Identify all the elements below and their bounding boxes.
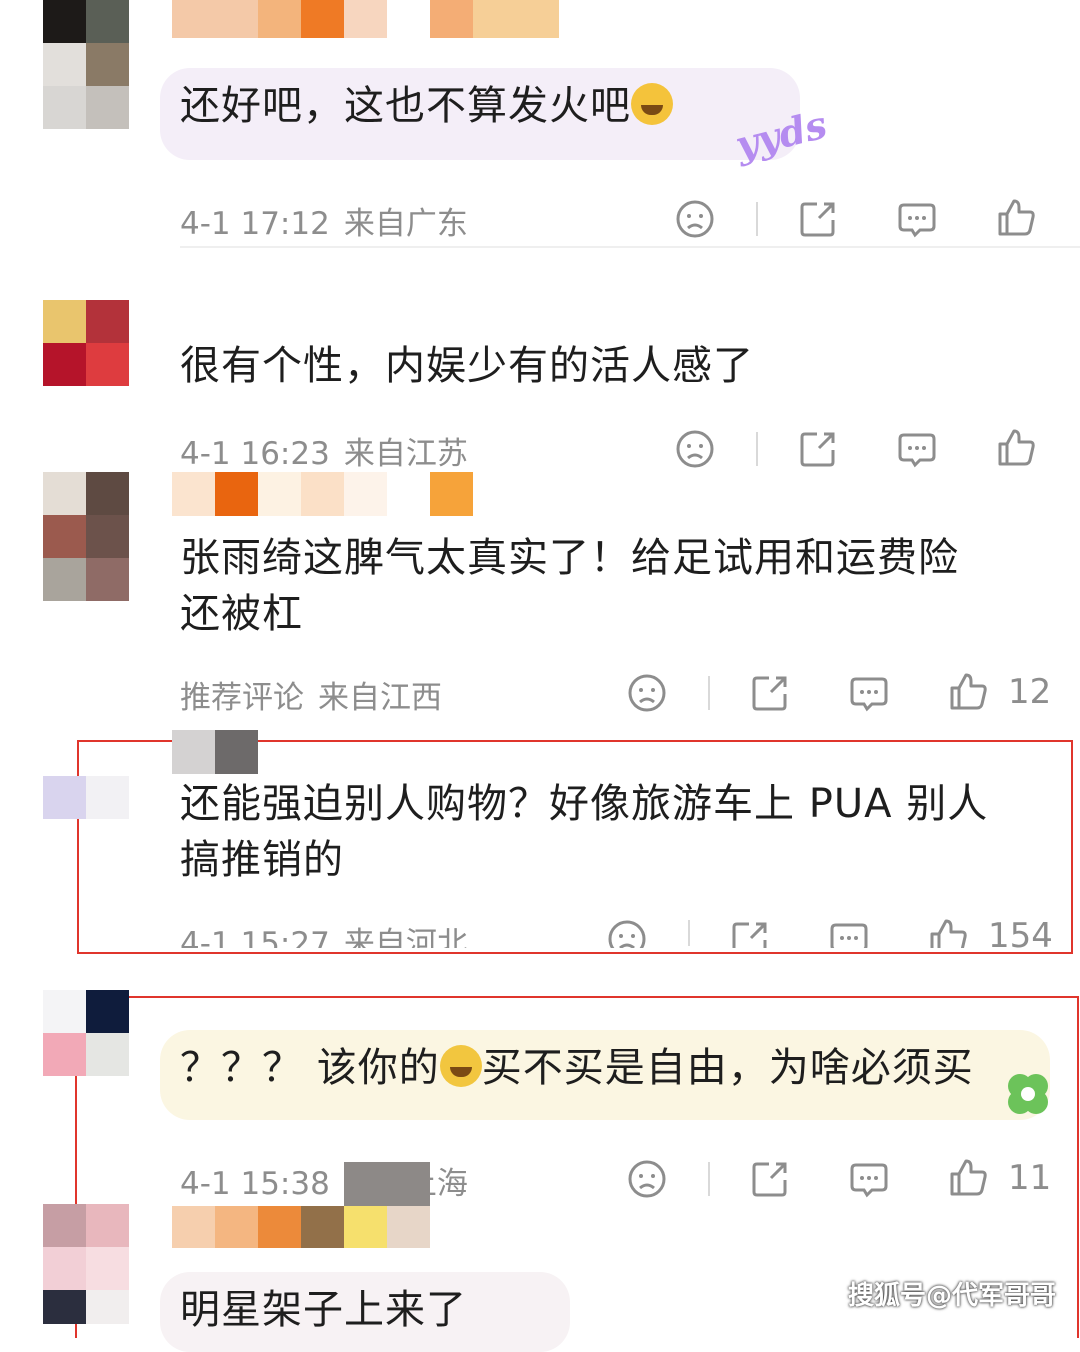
thumbs-up-icon[interactable] [947,670,989,712]
like-count: 11 [1008,1158,1052,1198]
comment-location: 来自河北 [343,926,468,948]
comment-text-line: 还能强迫别人购物？好像旅游车上 PUA 别人 [180,781,989,827]
comment-text: ？？？ 该你的 买不买是自由，为啥必须买 [180,1040,974,1096]
comment-text-content: 买不买是自由，为啥必须买 [481,1045,974,1091]
avatar[interactable] [43,1204,129,1324]
action-separator [756,432,758,466]
sad-face-icon[interactable] [606,918,648,948]
share-icon[interactable] [749,672,791,714]
watermark: 搜狐号@代军哥哥 [847,1281,1056,1311]
comment-meta: 4-1 17:12 来自广东 [180,198,482,243]
comment-text: 还能强迫别人购物？好像旅游车上 PUA 别人 搞推销的 [180,776,988,888]
comment-recommended-label: 推荐评论 [180,680,304,716]
username-pixelated[interactable] [172,1162,432,1248]
comment-time: 4-1 16:23 [180,436,330,472]
comment-icon[interactable] [848,672,890,714]
share-icon[interactable] [797,198,839,240]
avatar[interactable] [43,0,129,130]
share-icon[interactable] [729,918,771,948]
comment-text: 很有个性，内娱少有的活人感了 [180,343,754,389]
comment-meta: 4-1 16:23 来自江苏 [180,428,482,473]
comment-icon[interactable] [896,428,938,470]
comment-text: 还好吧，这也不算发火吧 [180,78,673,134]
username-pixelated[interactable] [172,730,258,774]
comment-text-line: 张雨绮这脾气太真实了！给足试用和运费险 [180,535,959,581]
comment-time: 4-1 17:12 [180,206,330,242]
action-separator [688,920,690,946]
action-separator [708,1162,710,1196]
comment-location: 来自江苏 [343,436,468,472]
username-pixelated[interactable] [172,0,562,38]
comment-icon[interactable] [848,1158,890,1200]
avatar[interactable] [43,300,129,386]
share-icon[interactable] [797,428,839,470]
thumbs-up-icon[interactable] [995,426,1037,468]
action-separator [756,202,758,236]
comment-text: 明星架子上来了 [180,1287,467,1333]
comment-text-content: 还好吧，这也不算发火吧 [180,83,631,129]
sad-face-icon[interactable] [674,428,716,470]
avatar[interactable] [43,990,129,1076]
share-icon[interactable] [749,1158,791,1200]
thumbs-up-icon[interactable] [927,916,969,948]
comment-text-content: ？？？ 该你的 [180,1045,440,1091]
comment-time: 4-1 15:27 [180,926,330,948]
comment-icon[interactable] [828,918,870,948]
comment-text: 张雨绮这脾气太真实了！给足试用和运费险 还被杠 [180,530,959,642]
sad-face-icon[interactable] [626,672,668,714]
like-count: 154 [988,916,1053,948]
avatar[interactable] [43,776,129,819]
clover-sticker-icon [1000,1066,1056,1122]
action-separator [708,676,710,710]
sad-face-icon[interactable] [674,198,716,240]
comment-location: 来自江西 [318,680,442,716]
comment-location: 来自广东 [343,206,468,242]
avatar[interactable] [43,472,129,602]
like-count: 12 [1008,672,1052,712]
thumbs-up-icon[interactable] [947,1156,989,1198]
comment-meta: 4-1 15:27 来自河北 [180,918,482,948]
comment-meta: 推荐评论 来自江西 [180,672,456,717]
comment-icon[interactable] [896,198,938,240]
laughing-tears-emoji-icon [631,83,673,125]
username-pixelated[interactable] [172,472,473,516]
comment-text-line: 搞推销的 [180,837,344,883]
crying-face-emoji-icon [439,1045,482,1087]
comment-divider [180,246,1080,248]
comment-text-line: 还被杠 [180,591,303,637]
thumbs-up-icon[interactable] [995,196,1037,238]
sad-face-icon[interactable] [626,1158,668,1200]
